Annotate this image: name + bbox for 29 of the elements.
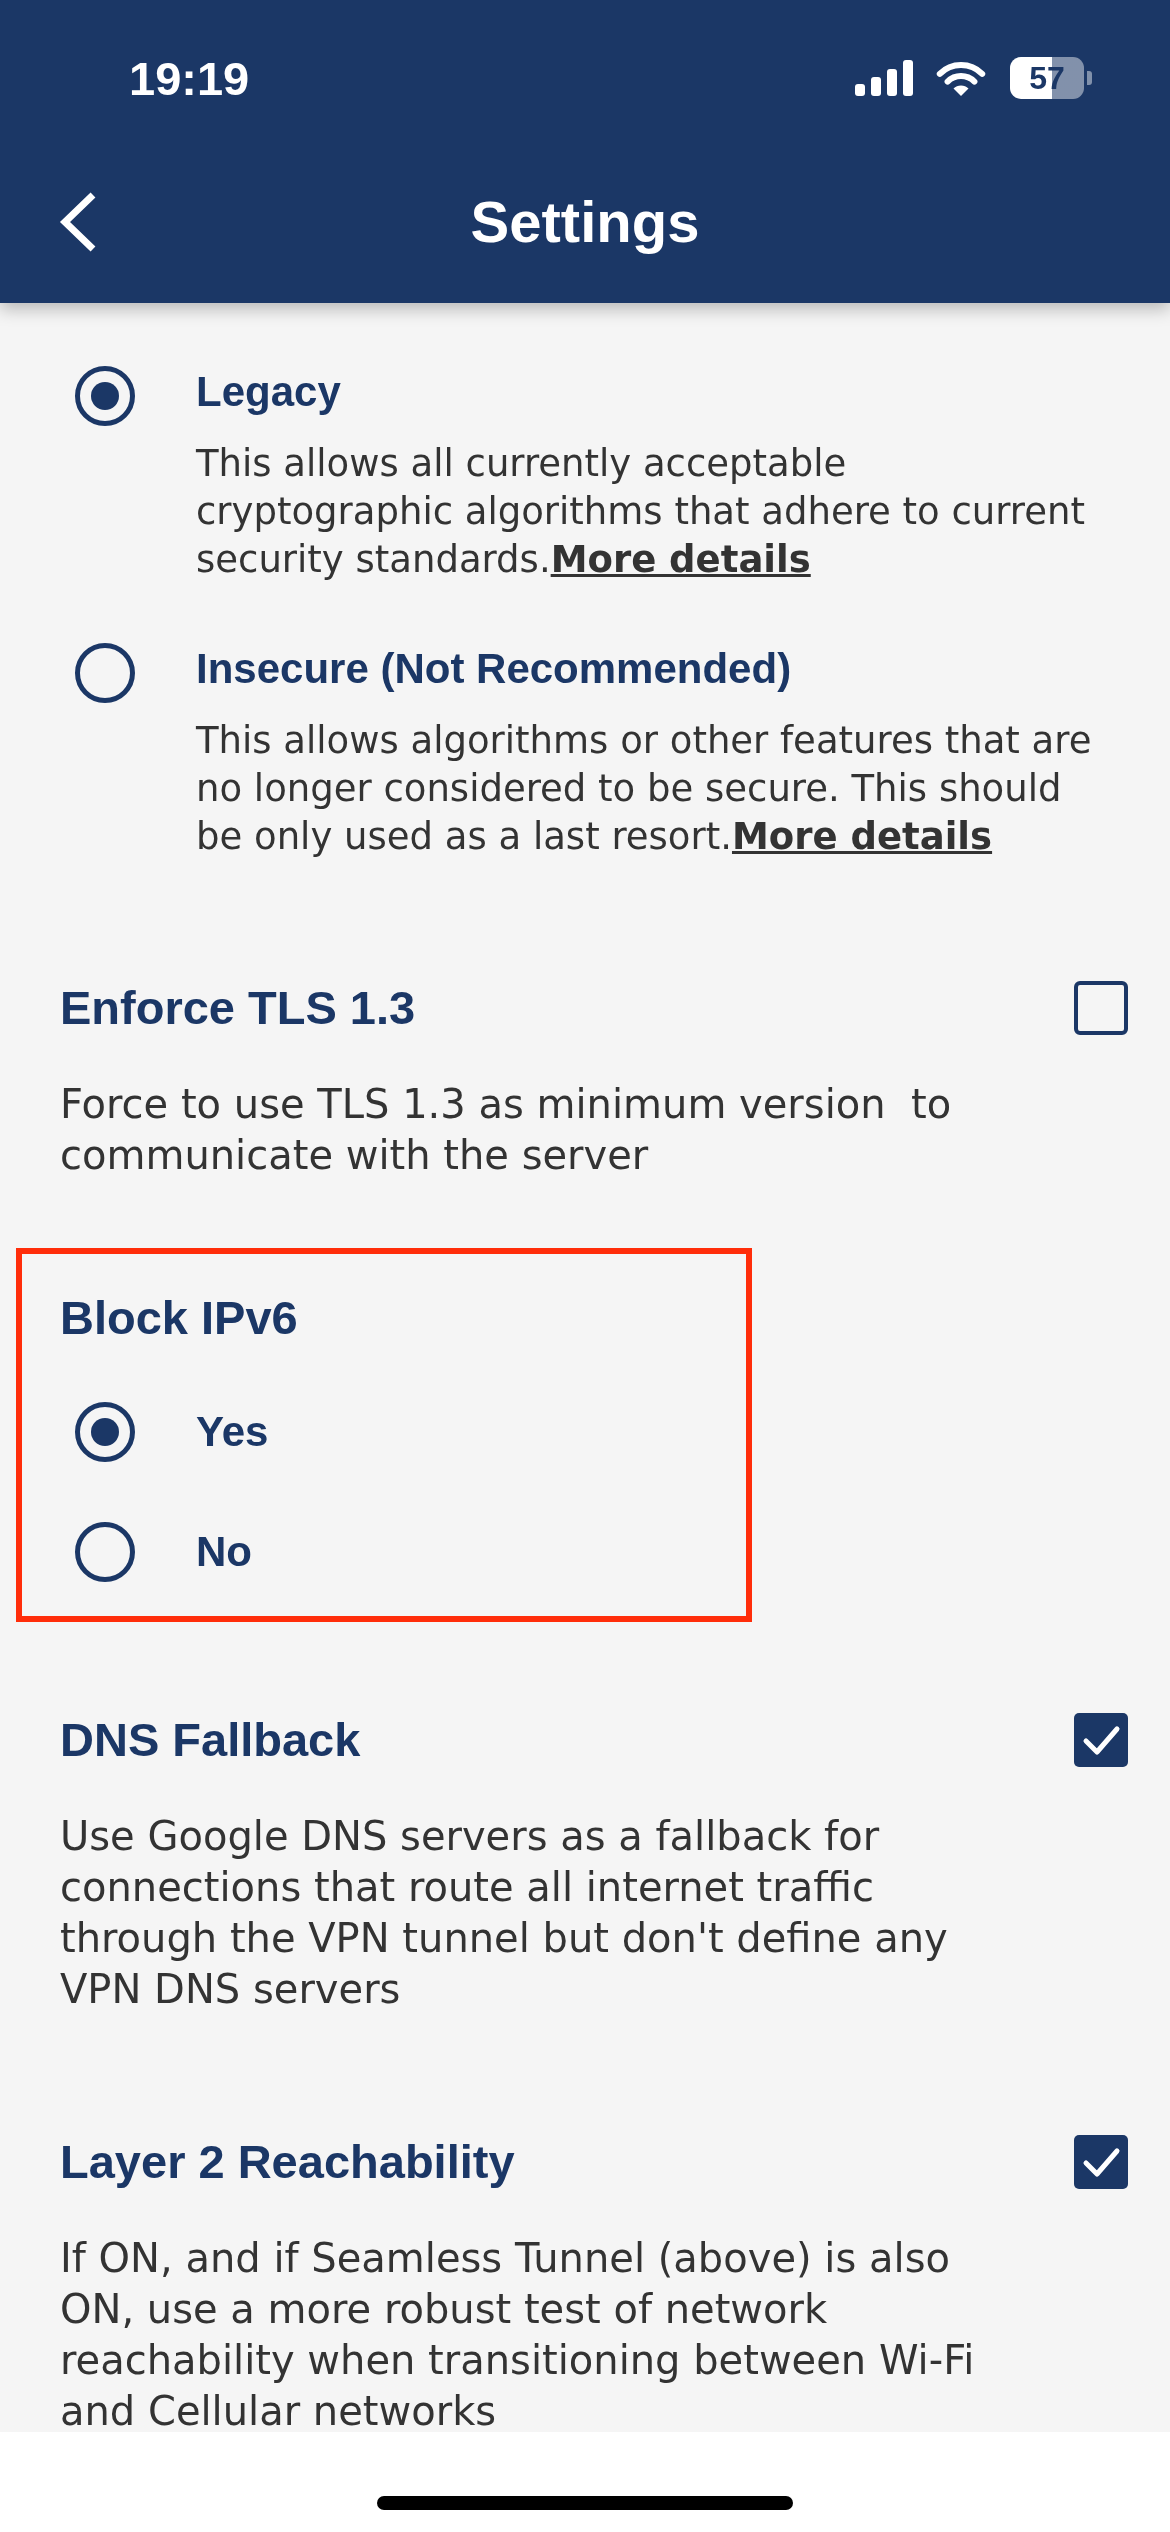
wifi-icon — [935, 59, 987, 97]
section-description: If ON, and if Seamless Tunnel (above) is also ON, use a more robust test of network reachability when transitioning between Wi-Fi and Cellular networks — [60, 2234, 976, 2432]
option-description: This allows all currently acceptable cryptographic algorithms that adhere to current security standards.More details — [196, 441, 1086, 583]
option-description: This allows algorithms or other features that are no longer considered to be secure. This should be only used as a last resort.More details — [196, 718, 1093, 860]
option-label[interactable]: Insecure (Not Recommended) — [196, 643, 1102, 695]
signal-icon — [855, 60, 913, 96]
section-title: Enforce TLS 1.3 — [60, 980, 416, 1036]
section-description: Force to use TLS 1.3 as minimum version to communicate with the server — [60, 1080, 953, 1180]
section-title: DNS Fallback — [60, 1712, 361, 1768]
option-label[interactable]: Yes — [196, 1406, 269, 1458]
radio-button[interactable] — [75, 366, 135, 426]
section-description: Use Google DNS servers as a fallback for connections that route all internet traffic through the VPN tunnel but don't define any VPN DNS servers — [60, 1812, 949, 2014]
section-title: Layer 2 Reachability — [60, 2134, 515, 2190]
back-button[interactable] — [58, 191, 98, 253]
more-details-link[interactable]: More details — [550, 538, 811, 581]
radio-button[interactable] — [75, 643, 135, 703]
checkbox[interactable] — [1074, 981, 1128, 1035]
radio-button[interactable] — [75, 1402, 135, 1462]
checkbox[interactable] — [1074, 2135, 1128, 2189]
battery-level: 57 — [1010, 57, 1084, 99]
radio-button[interactable] — [75, 1522, 135, 1582]
status-time: 19:19 — [129, 54, 250, 102]
option-label[interactable]: No — [196, 1526, 252, 1578]
page-title: Settings — [470, 190, 700, 254]
chevron-icon — [58, 191, 98, 253]
more-details-link[interactable]: More details — [732, 815, 993, 858]
option-label[interactable]: Legacy — [196, 366, 1102, 418]
section-title: Block IPv6 — [60, 1290, 299, 1346]
checkbox[interactable] — [1074, 1713, 1128, 1767]
